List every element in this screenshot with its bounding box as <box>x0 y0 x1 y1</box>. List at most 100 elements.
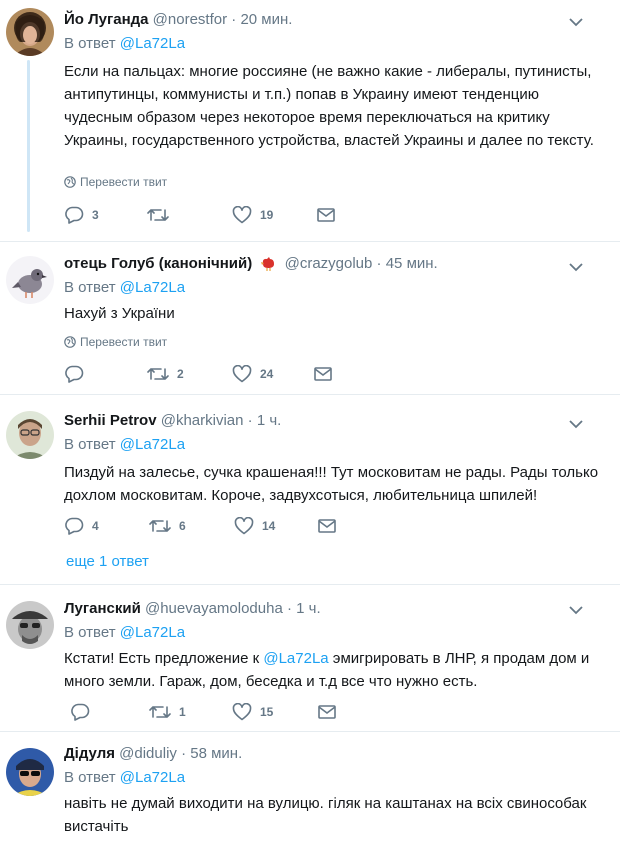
retweet-button[interactable]: 1 <box>149 702 186 722</box>
globe-icon <box>64 336 76 348</box>
reply-mention-link[interactable]: @La72La <box>120 279 185 296</box>
reply-button[interactable] <box>64 364 92 384</box>
timestamp[interactable]: 1 ч. <box>296 600 321 617</box>
tweet-2[interactable]: отець Голуб (канонічний) @crazygolub · 4… <box>0 242 620 392</box>
direct-message-button[interactable] <box>317 205 335 225</box>
tweet-text-part: Кстати! Есть предложение к <box>64 650 264 667</box>
avatar[interactable] <box>6 256 54 304</box>
translate-label: Перевести твит <box>80 335 168 349</box>
reply-button[interactable]: 3 <box>64 205 99 225</box>
reply-mention-link[interactable]: @La72La <box>120 624 185 641</box>
reply-context: В ответ @La72La <box>64 435 185 455</box>
heart-icon <box>234 517 254 535</box>
avatar[interactable] <box>6 8 54 56</box>
tweet-4[interactable]: Луганский @huevayamoloduha · 1 ч. В отве… <box>0 585 620 730</box>
tweet-3[interactable]: Serhii Petrov @kharkivian · 1 ч. В ответ… <box>0 395 620 570</box>
timestamp[interactable]: 58 мин. <box>190 745 242 762</box>
reply-context: В ответ @La72La <box>64 34 185 54</box>
envelope-icon <box>318 519 336 533</box>
tweet-text: Нахуй з України <box>64 305 175 322</box>
display-name[interactable]: отець Голуб (канонічний) <box>64 255 252 272</box>
direct-message-button[interactable] <box>318 702 336 722</box>
retweet-icon <box>147 368 169 380</box>
separator: · <box>286 600 292 617</box>
tweet-header: отець Голуб (канонічний) @crazygolub · 4… <box>64 254 438 274</box>
chevron-down-icon[interactable] <box>568 262 584 272</box>
reply-prefix: В ответ <box>64 769 116 786</box>
chevron-down-icon[interactable] <box>568 419 584 429</box>
reply-prefix: В ответ <box>64 436 116 453</box>
like-button[interactable]: 14 <box>234 516 275 536</box>
direct-message-button[interactable] <box>314 364 332 384</box>
retweet-count: 1 <box>179 705 186 719</box>
reply-icon <box>71 703 90 721</box>
reply-prefix: В ответ <box>64 35 116 52</box>
reply-context: В ответ @La72La <box>64 623 185 643</box>
reply-icon <box>65 365 84 383</box>
retweet-button[interactable]: 2 <box>147 364 184 384</box>
like-button[interactable]: 15 <box>232 702 273 722</box>
tweet-5[interactable]: Дідуля @diduliy · 58 мин. В ответ @La72L… <box>0 732 620 842</box>
separator: · <box>376 255 382 272</box>
display-name[interactable]: Serhii Petrov <box>64 412 157 429</box>
like-button[interactable]: 24 <box>232 364 273 384</box>
tweet-actions: 4 6 14 <box>64 516 344 536</box>
separator: · <box>231 11 237 28</box>
rooster-emoji-icon <box>261 257 275 271</box>
reply-count: 3 <box>92 208 99 222</box>
avatar[interactable] <box>6 601 54 649</box>
tweet-header: Serhii Petrov @kharkivian · 1 ч. <box>64 411 281 431</box>
display-name[interactable]: Луганский <box>64 600 141 617</box>
user-handle[interactable]: @crazygolub <box>285 255 373 272</box>
reply-mention-link[interactable]: @La72La <box>120 769 185 786</box>
like-count: 14 <box>262 519 276 533</box>
reply-icon <box>65 206 84 224</box>
like-count: 15 <box>260 705 274 719</box>
envelope-icon <box>317 208 335 222</box>
retweet-count: 6 <box>179 519 186 533</box>
translate-link[interactable]: Перевести твит <box>64 334 167 350</box>
show-more-replies-link[interactable]: еще 1 ответ <box>66 553 149 570</box>
envelope-icon <box>314 367 332 381</box>
like-count: 24 <box>260 367 274 381</box>
reply-mention-link[interactable]: @La72La <box>120 35 185 52</box>
chevron-down-icon[interactable] <box>568 605 584 615</box>
tweet-header: Йо Луганда @norestfor · 20 мин. <box>64 10 292 30</box>
tweet-text: Если на пальцах: многие россияне (не важ… <box>64 63 594 149</box>
tweet-1[interactable]: Йо Луганда @norestfor · 20 мин. В ответ … <box>0 0 620 240</box>
timestamp[interactable]: 1 ч. <box>257 412 282 429</box>
retweet-button[interactable] <box>147 205 177 225</box>
user-handle[interactable]: @kharkivian <box>161 412 244 429</box>
reply-context: В ответ @La72La <box>64 768 185 788</box>
user-handle[interactable]: @diduliy <box>119 745 177 762</box>
user-handle[interactable]: @norestfor <box>153 11 227 28</box>
timestamp[interactable]: 45 мин. <box>386 255 438 272</box>
like-button[interactable]: 19 <box>232 205 273 225</box>
reply-mention-link[interactable]: @La72La <box>120 436 185 453</box>
chevron-down-icon[interactable] <box>568 17 584 27</box>
separator: · <box>181 745 187 762</box>
thread-line <box>27 60 30 232</box>
tweet-text: навіть не думай виходити на вулицю. гіля… <box>64 795 587 835</box>
retweet-icon <box>149 706 171 718</box>
translate-link[interactable]: Перевести твит <box>64 174 167 190</box>
reply-button[interactable] <box>70 702 98 722</box>
tweet-header: Луганский @huevayamoloduha · 1 ч. <box>64 599 321 619</box>
heart-icon <box>232 206 252 224</box>
timestamp[interactable]: 20 мин. <box>240 11 292 28</box>
separator: · <box>247 412 253 429</box>
tweet-text: Пиздуй на залесье, сучка крашеная!!! Тут… <box>64 464 599 504</box>
tweet-actions: 3 19 <box>64 205 344 225</box>
tweet-actions: 1 15 <box>64 702 344 722</box>
reply-button[interactable]: 4 <box>64 516 99 536</box>
direct-message-button[interactable] <box>318 516 336 536</box>
retweet-button[interactable]: 6 <box>149 516 186 536</box>
display-name[interactable]: Йо Луганда <box>64 11 149 28</box>
tweet-text: Кстати! Есть предложение к @La72La эмигр… <box>64 647 604 693</box>
avatar[interactable] <box>6 411 54 459</box>
display-name[interactable]: Дідуля <box>64 745 115 762</box>
avatar[interactable] <box>6 748 54 796</box>
mention-link[interactable]: @La72La <box>263 650 328 667</box>
user-handle[interactable]: @huevayamoloduha <box>145 600 283 617</box>
reply-icon <box>65 517 84 535</box>
